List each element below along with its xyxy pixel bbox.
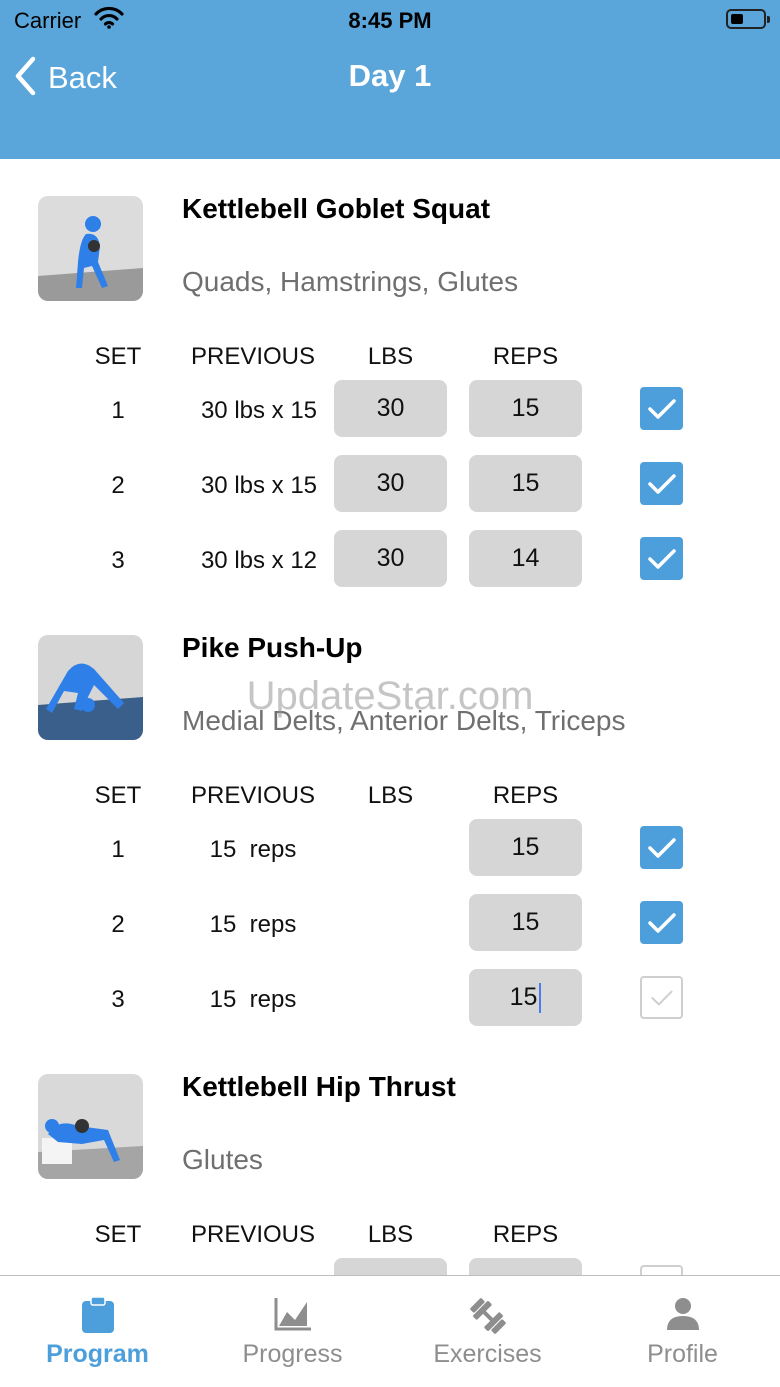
status-time: 8:45 PM [348, 8, 432, 33]
set-number: 3 [111, 986, 125, 1013]
checkmark-icon [650, 990, 673, 1005]
checkmark-icon [647, 912, 676, 933]
exercise-thumbnail[interactable] [38, 635, 143, 740]
exercise-muscles: Glutes [182, 1144, 263, 1175]
exercise-thumbnail[interactable] [38, 1074, 143, 1179]
chart-icon [195, 1296, 390, 1332]
previous-value: 30 lbs x 15 [200, 472, 318, 499]
set-complete-checkbox[interactable] [640, 826, 683, 869]
dumbbell-icon [390, 1296, 585, 1336]
column-reps: REPS [492, 782, 559, 809]
exercise-thumbnail[interactable] [38, 196, 143, 301]
previous-value: 30 lbs x 12 [200, 547, 318, 574]
reps-input[interactable]: 14 [469, 530, 582, 587]
column-previous: PREVIOUS [190, 782, 316, 809]
checkmark-icon [647, 837, 676, 858]
column-previous: PREVIOUS [190, 1221, 316, 1248]
set-complete-checkbox[interactable] [640, 901, 683, 944]
lbs-input[interactable]: 30 [334, 455, 447, 512]
tab-label: Program [46, 1340, 149, 1368]
set-complete-checkbox[interactable] [640, 1265, 683, 1275]
set-complete-checkbox[interactable] [640, 462, 683, 505]
checkmark-icon [647, 398, 676, 419]
exercise-muscles: Quads, Hamstrings, Glutes [182, 266, 519, 297]
set-number: 2 [111, 472, 125, 499]
tab-label: Exercises [433, 1340, 542, 1368]
previous-value: 15 reps [209, 911, 297, 938]
tab-exercises[interactable]: Exercises [390, 1276, 585, 1387]
column-lbs: LBS [367, 1221, 414, 1248]
tab-bar: Program Progress Exercises Profile [0, 1275, 780, 1387]
reps-input-value: 15 [509, 983, 538, 1011]
exercise-name: Kettlebell Hip Thrust [182, 1071, 456, 1102]
person-icon [585, 1296, 780, 1332]
column-reps: REPS [492, 1221, 559, 1248]
battery-icon [726, 9, 770, 29]
column-lbs: LBS [367, 782, 414, 809]
set-complete-checkbox[interactable] [640, 976, 683, 1019]
column-lbs: LBS [367, 343, 414, 370]
column-previous: PREVIOUS [190, 343, 316, 370]
checkmark-icon [647, 548, 676, 569]
reps-input[interactable]: 15 [469, 894, 582, 951]
lbs-input[interactable]: 30 [334, 530, 447, 587]
previous-value: 30 lbs x 15 [200, 397, 318, 424]
tab-program[interactable]: Program [0, 1276, 195, 1387]
previous-value: 15 reps [209, 836, 297, 863]
column-set: SET [94, 343, 142, 370]
reps-input-focused[interactable]: 15 [469, 969, 582, 1026]
exercise-name: Pike Push-Up [182, 632, 363, 663]
lbs-input[interactable]: 30 [334, 380, 447, 437]
column-reps: REPS [492, 343, 559, 370]
text-cursor [539, 982, 542, 1013]
set-number: 1 [111, 836, 125, 863]
set-complete-checkbox[interactable] [640, 537, 683, 580]
clipboard-icon [0, 1296, 195, 1334]
status-bar: Carrier 8:45 PM [0, 0, 780, 40]
reps-input[interactable]: 15 [469, 380, 582, 437]
reps-input[interactable]: 15 [469, 455, 582, 512]
lbs-input[interactable] [334, 1258, 447, 1275]
set-number: 1 [111, 397, 125, 424]
previous-value: 15 reps [209, 986, 297, 1013]
tab-progress[interactable]: Progress [195, 1276, 390, 1387]
reps-input[interactable] [469, 1258, 582, 1275]
reps-input[interactable]: 15 [469, 819, 582, 876]
exercise-name: Kettlebell Goblet Squat [182, 193, 491, 224]
column-set: SET [94, 1221, 142, 1248]
workout-list[interactable]: Kettlebell Goblet Squat Quads, Hamstring… [0, 159, 780, 1275]
page-title: Day 1 [348, 58, 432, 93]
checkmark-icon [647, 473, 676, 494]
tab-label: Profile [647, 1340, 718, 1368]
set-number: 3 [111, 547, 125, 574]
tab-label: Progress [242, 1340, 343, 1368]
exercise-muscles: Medial Delts, Anterior Delts, Triceps [182, 705, 626, 736]
tab-profile[interactable]: Profile [585, 1276, 780, 1387]
set-complete-checkbox[interactable] [640, 387, 683, 430]
column-set: SET [94, 782, 142, 809]
set-number: 2 [111, 911, 125, 938]
